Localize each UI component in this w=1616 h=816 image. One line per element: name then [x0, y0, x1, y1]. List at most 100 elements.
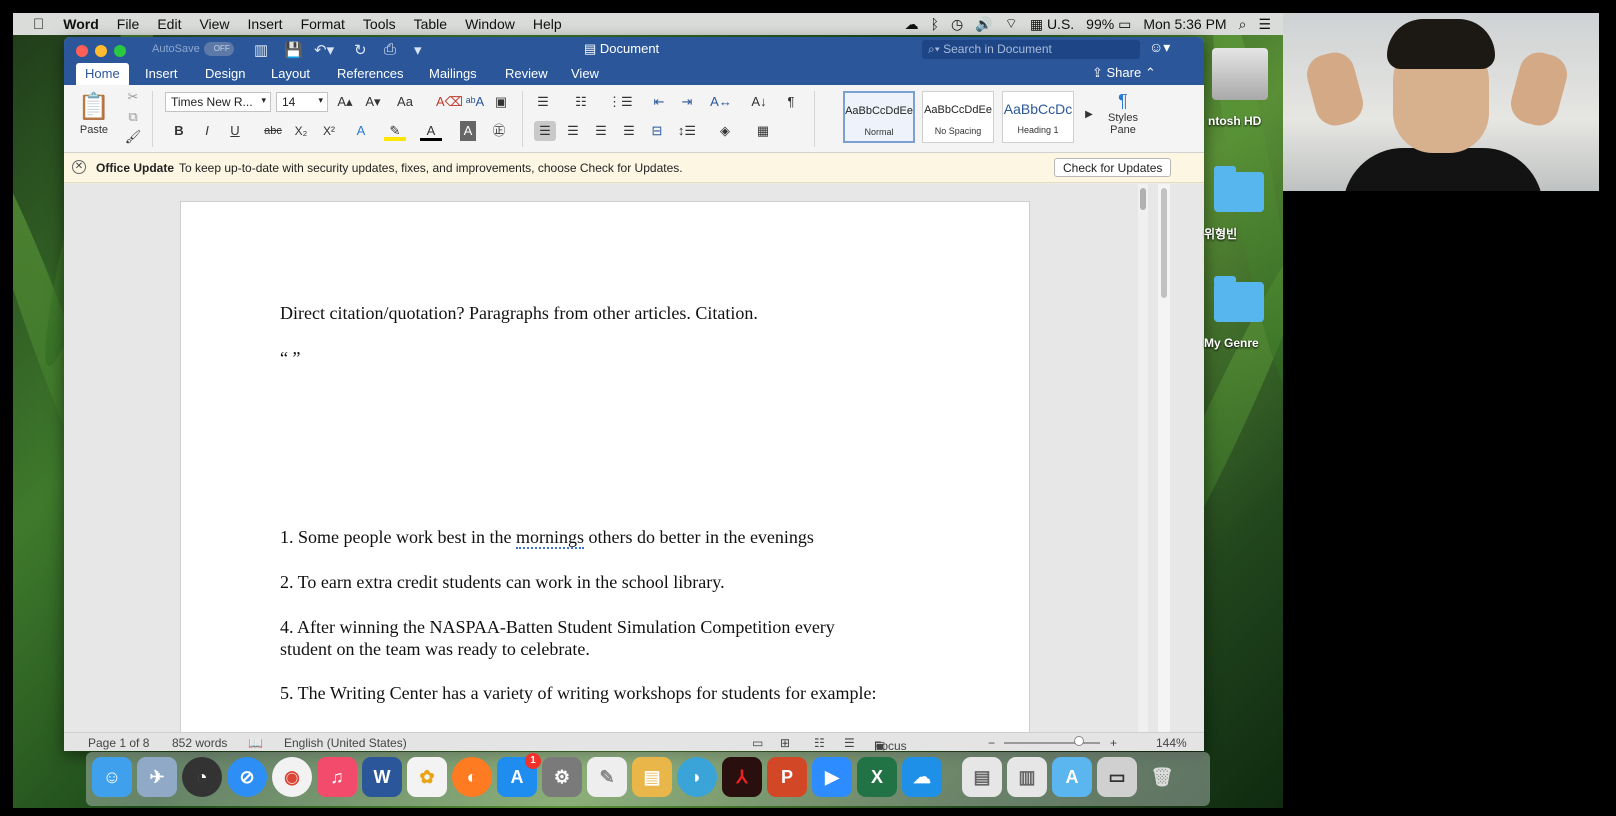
enclose-characters-icon[interactable]: ㊣ [488, 121, 510, 141]
tab-design[interactable]: Design [196, 63, 254, 85]
align-right-button[interactable]: ☰ [590, 121, 612, 141]
excel-icon[interactable]: X [857, 757, 897, 797]
proofing-icon[interactable]: 📖 [248, 736, 263, 750]
minimize-window-button[interactable] [95, 45, 107, 57]
page-scrollbar[interactable] [1138, 184, 1148, 732]
change-case-icon[interactable]: Aa [394, 92, 416, 112]
italic-button[interactable]: I [196, 121, 218, 141]
customize-toolbar-icon[interactable]: ▾ [414, 41, 422, 59]
archive-utility-icon[interactable]: ▤ [632, 757, 672, 797]
share-button[interactable]: ⇪ Share ⌃ [1092, 65, 1156, 81]
finder-icon[interactable]: ☺ [92, 757, 132, 797]
wifi-icon[interactable]: ⌔ [1005, 15, 1018, 33]
battery-menu[interactable]: 99% ▭ [1086, 16, 1131, 33]
photos-icon[interactable]: ✿ [407, 757, 447, 797]
scrollbar-thumb[interactable] [1161, 188, 1167, 298]
tab-layout[interactable]: Layout [262, 63, 319, 85]
dismiss-banner-icon[interactable]: ✕ [72, 160, 86, 174]
styles-pane-button[interactable]: ¶ Styles Pane [1098, 91, 1148, 136]
justify-button[interactable]: ☰ [618, 121, 640, 141]
save-icon[interactable]: 💾 [284, 41, 303, 59]
acrobat-icon[interactable]: ⅄ [722, 757, 762, 797]
menu-file[interactable]: File [108, 16, 149, 32]
app-store-icon[interactable]: A1 [497, 753, 541, 797]
undo-icon[interactable]: ↶▾ [314, 41, 334, 59]
tab-view[interactable]: View [562, 63, 608, 85]
bold-button[interactable]: B [168, 121, 190, 141]
screenshot-stack-icon[interactable]: ▭ [1097, 757, 1137, 797]
word-count[interactable]: 852 words [172, 736, 227, 750]
sketchbook-icon[interactable]: ◗ [677, 757, 717, 797]
icloud-icon[interactable]: ☁ [902, 757, 942, 797]
font-name-select[interactable]: Times New R... ▾ [165, 92, 271, 112]
decrease-indent-icon[interactable]: ⇤ [648, 92, 670, 112]
tab-insert[interactable]: Insert [136, 63, 187, 85]
cut-icon[interactable]: ✂ [122, 87, 144, 107]
paragraph-shading-icon[interactable]: ◈ [714, 121, 736, 141]
tab-mailings[interactable]: Mailings [420, 63, 486, 85]
spelling-error[interactable]: mornings [515, 527, 584, 549]
input-source-menu[interactable]: ▦ U.S. [1030, 16, 1074, 33]
document-canvas[interactable]: Direct citation/quotation? Paragraphs fr… [64, 184, 1204, 732]
zoom-icon[interactable]: ▶ [812, 757, 852, 797]
feedback-smiley-icon[interactable]: ☺▾ [1149, 39, 1170, 56]
style-heading-1[interactable]: AaBbCcDc Heading 1 [1002, 91, 1074, 143]
menu-format[interactable]: Format [292, 16, 354, 32]
applications-folder-icon[interactable]: A [1052, 757, 1092, 797]
menu-edit[interactable]: Edit [148, 16, 190, 32]
zoom-window-button[interactable] [114, 45, 126, 57]
shrink-font-icon[interactable]: A▾ [362, 92, 384, 112]
underline-button[interactable]: U [224, 121, 246, 141]
menu-window[interactable]: Window [456, 16, 524, 32]
distributed-icon[interactable]: ⊟ [646, 121, 668, 141]
itunes-icon[interactable]: ♫ [317, 757, 357, 797]
increase-indent-icon[interactable]: ⇥ [676, 92, 698, 112]
show-formatting-marks-icon[interactable]: ¶ [780, 92, 802, 112]
autosave-toggle[interactable]: AutoSave OFF [152, 42, 234, 56]
grow-font-icon[interactable]: A▴ [334, 92, 356, 112]
font-size-select[interactable]: 14 ▾ [276, 92, 328, 112]
apple-menu-icon[interactable]:  [13, 16, 54, 33]
tab-review[interactable]: Review [496, 63, 557, 85]
tab-home[interactable]: Home [76, 63, 129, 85]
redo-icon[interactable]: ↻ [354, 41, 367, 59]
sort-icon[interactable]: A↓ [748, 92, 770, 112]
highlight-color-icon[interactable]: ✎ [384, 121, 406, 141]
line-direction-icon[interactable]: A↔ [710, 92, 732, 112]
powerpoint-icon[interactable]: P [767, 757, 807, 797]
strikethrough-button[interactable]: abc [262, 121, 284, 141]
print-icon[interactable]: ⎙ [384, 41, 396, 58]
numbering-icon[interactable]: ☷ [570, 92, 592, 112]
sidebar-toggle-icon[interactable]: ▥ [254, 41, 268, 59]
print-layout-view-icon[interactable]: ▭ [752, 736, 763, 750]
trash-icon[interactable]: 🗑 [1142, 757, 1182, 797]
format-painter-icon[interactable]: 🖌 [122, 127, 144, 147]
paste-button[interactable]: 📋 Paste [74, 91, 114, 136]
font-color-icon[interactable]: A [420, 121, 442, 141]
copy-icon[interactable]: ⧉ [122, 107, 144, 127]
superscript-button[interactable]: X² [318, 121, 340, 141]
character-shading-icon[interactable]: A [460, 121, 476, 141]
system-preferences-icon[interactable]: ⚙ [542, 757, 582, 797]
menu-view[interactable]: View [190, 16, 238, 32]
character-border-icon[interactable]: ▣ [490, 92, 512, 112]
zoom-out-icon[interactable]: − [988, 736, 995, 750]
web-layout-view-icon[interactable]: ⊞ [780, 736, 790, 750]
tab-references[interactable]: References [328, 63, 412, 85]
style-normal[interactable]: AaBbCcDdEe Normal [843, 91, 915, 143]
bluetooth-icon[interactable]: ᛒ [931, 16, 939, 32]
menu-table[interactable]: Table [405, 16, 456, 32]
style-no-spacing[interactable]: AaBbCcDdEe No Spacing [922, 91, 994, 143]
menu-help[interactable]: Help [524, 16, 571, 32]
text-effects-icon[interactable]: A [350, 121, 372, 141]
phonetic-guide-icon[interactable]: ᵃᵇA [464, 92, 486, 112]
menu-tools[interactable]: Tools [354, 16, 405, 32]
document-stack-2-icon[interactable]: ▥ [1007, 757, 1047, 797]
subscript-button[interactable]: X₂ [290, 121, 312, 141]
zoom-slider-knob[interactable] [1073, 736, 1084, 746]
word-icon[interactable]: W [362, 757, 402, 797]
close-window-button[interactable] [76, 45, 88, 57]
safari-icon[interactable]: ⊘ [227, 757, 267, 797]
zoom-level[interactable]: 144% [1156, 736, 1187, 750]
firefox-icon[interactable]: ◐ [452, 757, 492, 797]
